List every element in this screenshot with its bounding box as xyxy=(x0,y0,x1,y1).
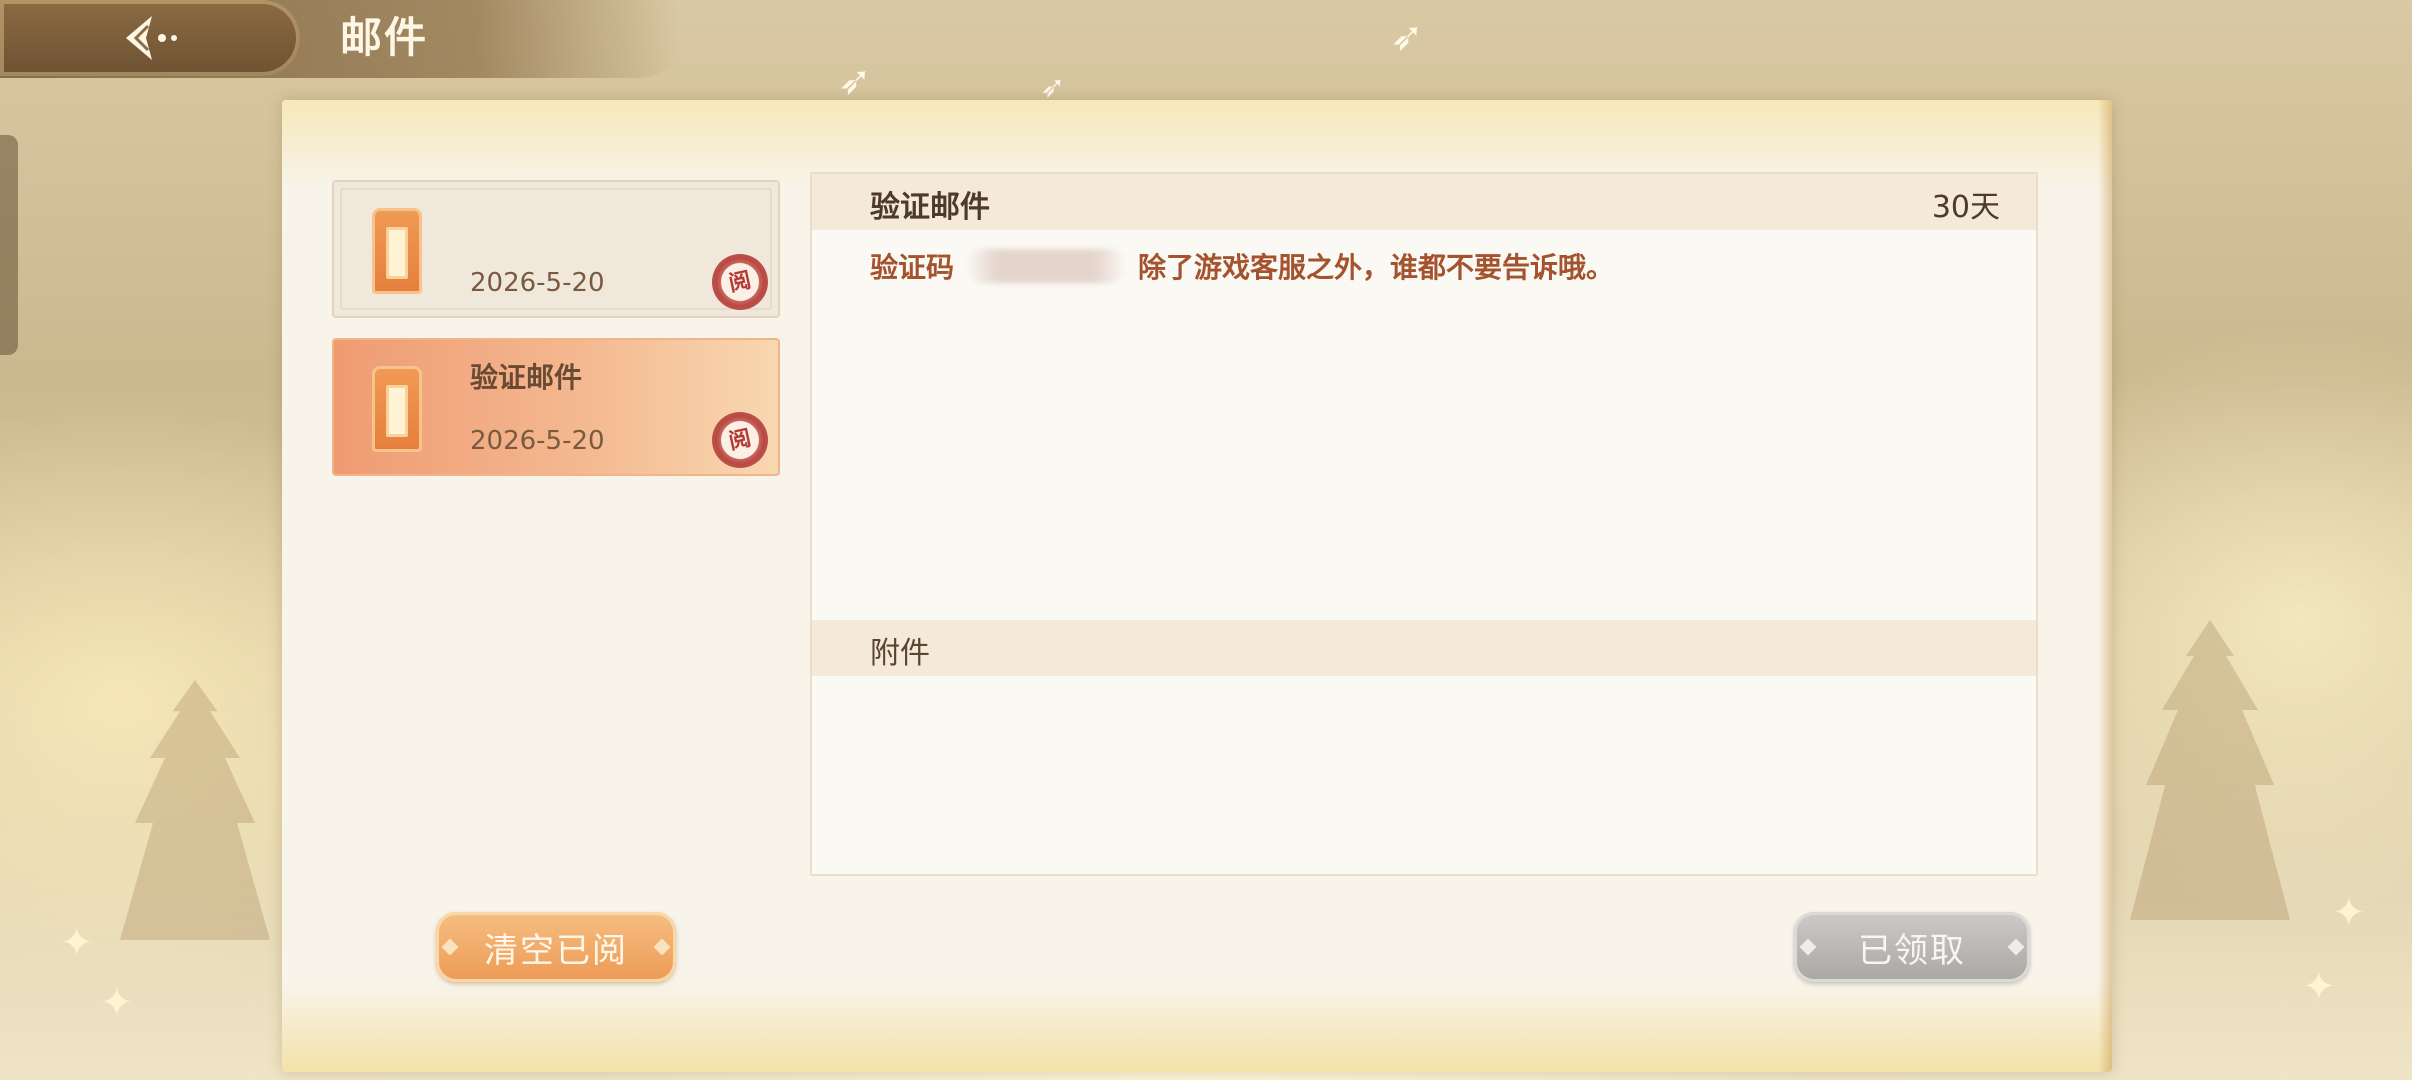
attachments-header: 附件 xyxy=(812,620,2036,676)
side-drawer-handle[interactable] xyxy=(0,135,18,355)
read-seal-text: 阅 xyxy=(717,259,763,305)
sparkle-decoration: ✦ xyxy=(60,920,94,966)
claimed-button[interactable]: 已领取 xyxy=(1794,912,2030,982)
bird-decoration: ➶ xyxy=(838,58,872,104)
mail-envelope-icon xyxy=(372,366,422,452)
page-title: 邮件 xyxy=(340,13,429,62)
mail-detail-title: 验证邮件 xyxy=(870,190,990,225)
mail-item-date: 2026-5-20 xyxy=(470,268,605,298)
mail-detail-header: 验证邮件 30天 xyxy=(812,174,2036,230)
mail-list-item-selected[interactable]: 验证邮件 2026-5-20 阅 xyxy=(332,338,780,476)
panel-edge-decoration xyxy=(2098,100,2112,1072)
back-arrow-icon xyxy=(126,16,177,60)
bird-decoration: ➶ xyxy=(1390,14,1424,60)
mail-item-date: 2026-5-20 xyxy=(470,426,605,456)
panel-bottom-decoration xyxy=(282,982,2112,1072)
back-button[interactable] xyxy=(0,0,300,76)
mail-panel: 2026-5-20 阅 验证邮件 2026-5-20 阅 验证邮件 30天 验证… xyxy=(282,100,2112,1072)
mail-expiry: 30天 xyxy=(1931,190,2000,225)
mail-detail: 验证邮件 30天 验证码 除了游戏客服之外，谁都不要告诉哦。 附件 xyxy=(810,172,2038,876)
clear-read-button[interactable]: 清空已阅 xyxy=(436,912,676,982)
read-seal-icon: 阅 xyxy=(706,406,774,474)
mail-body: 验证码 除了游戏客服之外，谁都不要告诉哦。 xyxy=(870,246,1614,286)
mail-item-title: 验证邮件 xyxy=(470,361,583,394)
mail-body-suffix: 除了游戏客服之外，谁都不要告诉哦。 xyxy=(1138,251,1615,284)
sparkle-decoration: ✦ xyxy=(100,980,134,1026)
read-seal-text: 阅 xyxy=(717,417,763,463)
mail-envelope-icon xyxy=(372,208,422,294)
sparkle-decoration: ✦ xyxy=(2302,964,2336,1010)
mail-list-item[interactable]: 2026-5-20 阅 xyxy=(332,180,780,318)
attachments-label: 附件 xyxy=(870,636,930,671)
mail-body-prefix: 验证码 xyxy=(870,251,955,284)
verification-code-redacted xyxy=(966,249,1127,283)
sparkle-decoration: ✦ xyxy=(2332,890,2366,936)
